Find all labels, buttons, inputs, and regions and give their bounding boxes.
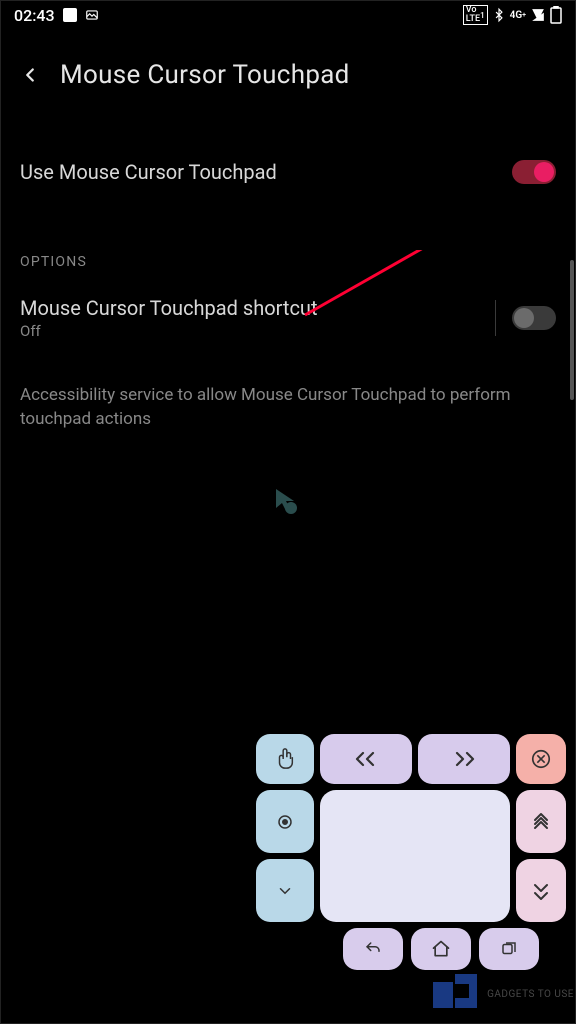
shortcut-row[interactable]: Mouse Cursor Touchpad shortcut Off <box>20 288 556 360</box>
back-button[interactable] <box>18 63 42 87</box>
cursor-icon <box>273 486 303 520</box>
shortcut-toggle[interactable] <box>512 306 556 330</box>
use-touchpad-label: Use Mouse Cursor Touchpad <box>20 160 277 184</box>
options-header: OPTIONS <box>20 254 556 270</box>
watermark-logo <box>433 974 481 1014</box>
shortcut-title: Mouse Cursor Touchpad shortcut <box>20 296 318 320</box>
use-touchpad-toggle[interactable] <box>512 160 556 184</box>
close-panel-button[interactable] <box>516 734 566 784</box>
watermark-text: GADGETS TO USE <box>487 989 574 1000</box>
notification-stop-icon <box>63 8 77 22</box>
watermark: GADGETS TO USE <box>433 974 574 1014</box>
shortcut-state: Off <box>20 322 318 340</box>
scroll-up-button[interactable] <box>516 790 566 853</box>
tap-button[interactable] <box>256 734 314 784</box>
header: Mouse Cursor Touchpad <box>0 30 576 110</box>
touchpad-panel <box>256 734 566 970</box>
volte-icon: VoLTE1 <box>463 5 488 25</box>
collapse-button[interactable] <box>256 859 314 922</box>
use-touchpad-row[interactable]: Use Mouse Cursor Touchpad <box>20 110 556 214</box>
signal-icon <box>530 8 546 22</box>
bluetooth-icon <box>492 7 506 23</box>
target-button[interactable] <box>256 790 314 853</box>
notification-gallery-icon <box>85 8 99 22</box>
nav-home-button[interactable] <box>411 928 471 970</box>
nav-back-button[interactable] <box>343 928 403 970</box>
nav-recents-button[interactable] <box>479 928 539 970</box>
service-description: Accessibility service to allow Mouse Cur… <box>20 384 556 432</box>
page-title: Mouse Cursor Touchpad <box>60 60 350 90</box>
scroll-indicator <box>570 260 574 400</box>
divider <box>495 300 496 336</box>
touchpad-surface[interactable] <box>320 790 510 922</box>
scroll-right-button[interactable] <box>418 734 510 784</box>
network-4g-icon: 4G+ <box>510 10 526 21</box>
battery-icon <box>550 6 562 24</box>
status-bar: 02:43 VoLTE1 4G+ <box>0 0 576 30</box>
scroll-down-button[interactable] <box>516 859 566 922</box>
status-time: 02:43 <box>14 6 55 25</box>
scroll-left-button[interactable] <box>320 734 412 784</box>
